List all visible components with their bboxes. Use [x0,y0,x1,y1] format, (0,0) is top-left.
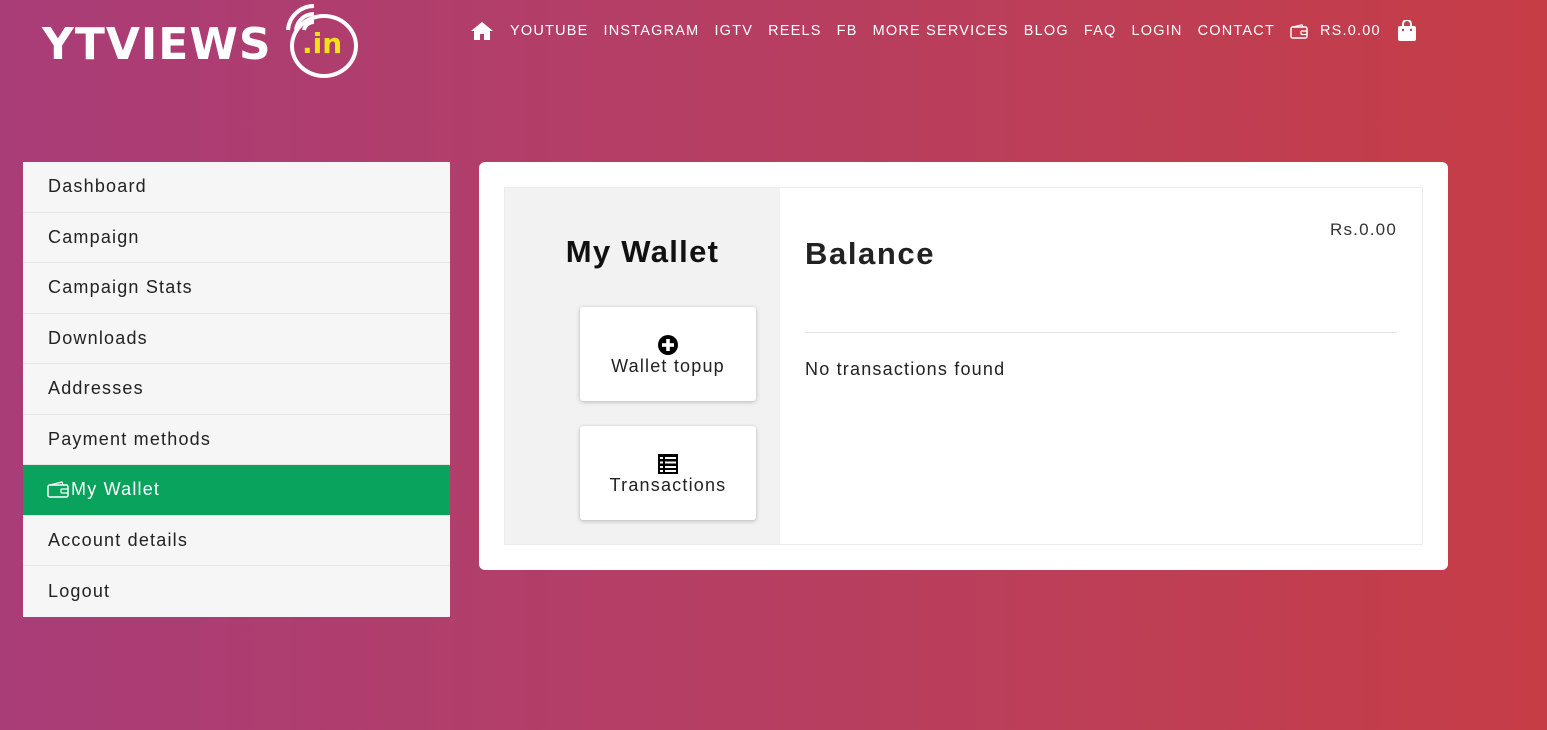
wallet-topup-button[interactable]: Wallet topup [580,307,756,401]
nav-fb[interactable]: FB [837,23,858,39]
shopping-bag-icon[interactable] [1397,20,1417,42]
nav-youtube[interactable]: YOUTUBE [510,23,589,39]
site-logo[interactable]: YTVIEWS .in [42,2,372,80]
sidebar-item-downloads[interactable]: Downloads [23,314,450,364]
sidebar-item-dashboard[interactable]: Dashboard [23,162,450,213]
wallet-icon [47,481,69,499]
sidebar-item-campaign-stats[interactable]: Campaign Stats [23,263,450,314]
nav-instagram[interactable]: INSTAGRAM [604,23,700,39]
nav-faq[interactable]: FAQ [1084,23,1117,39]
divider [805,332,1397,333]
wallet-card: My Wallet Wallet topup Transactions Bala… [479,162,1448,570]
logo-tld: .in [302,27,343,60]
nav-igtv[interactable]: IGTV [714,23,753,39]
sidebar-item-label: Dashboard [48,176,147,197]
transactions-label: Transactions [609,474,727,495]
wallet-icon[interactable] [1290,23,1308,39]
sidebar-item-my-wallet[interactable]: My Wallet [23,465,450,516]
main-nav: YOUTUBE INSTAGRAM IGTV REELS FB MORE SER… [470,16,1417,46]
nav-login[interactable]: LOGIN [1131,23,1182,39]
sidebar-item-addresses[interactable]: Addresses [23,364,450,415]
empty-transactions-message: No transactions found [805,359,1006,379]
sidebar-item-logout[interactable]: Logout [23,566,450,617]
sidebar-item-payment-methods[interactable]: Payment methods [23,415,450,465]
nav-reels[interactable]: REELS [768,23,822,39]
home-icon[interactable] [470,20,494,42]
logo-wordmark: YTVIEWS [42,19,272,70]
wallet-menu: My Wallet Wallet topup Transactions [505,188,780,544]
nav-blog[interactable]: BLOG [1024,23,1069,39]
nav-more-services[interactable]: MORE SERVICES [873,23,1009,39]
sidebar-item-account-details[interactable]: Account details [23,516,450,566]
account-sidebar: Dashboard Campaign Campaign Stats Downlo… [23,162,450,617]
plus-circle-icon [657,332,679,356]
sidebar-item-label: Account details [48,529,189,550]
sidebar-item-label: My Wallet [71,479,161,500]
balance-title: Balance [805,236,936,271]
sidebar-item-label: Downloads [48,327,148,348]
sidebar-item-campaign[interactable]: Campaign [23,213,450,263]
wallet-topup-label: Wallet topup [611,355,725,376]
sidebar-item-label: Addresses [48,378,144,399]
transactions-button[interactable]: Transactions [580,426,756,520]
sidebar-item-label: Campaign Stats [48,277,193,298]
wallet-panel: My Wallet Wallet topup Transactions Bala… [504,187,1423,545]
list-icon [657,451,679,475]
balance-amount: Rs.0.00 [1330,220,1397,239]
cart-amount[interactable]: RS.0.00 [1320,23,1381,39]
nav-contact[interactable]: CONTACT [1198,23,1275,39]
sidebar-item-label: Campaign [48,226,140,247]
sidebar-item-label: Payment methods [48,428,212,449]
sidebar-item-label: Logout [48,580,111,601]
wallet-content: Balance Rs.0.00 No transactions found [805,188,1397,544]
wallet-title: My Wallet [565,234,720,269]
